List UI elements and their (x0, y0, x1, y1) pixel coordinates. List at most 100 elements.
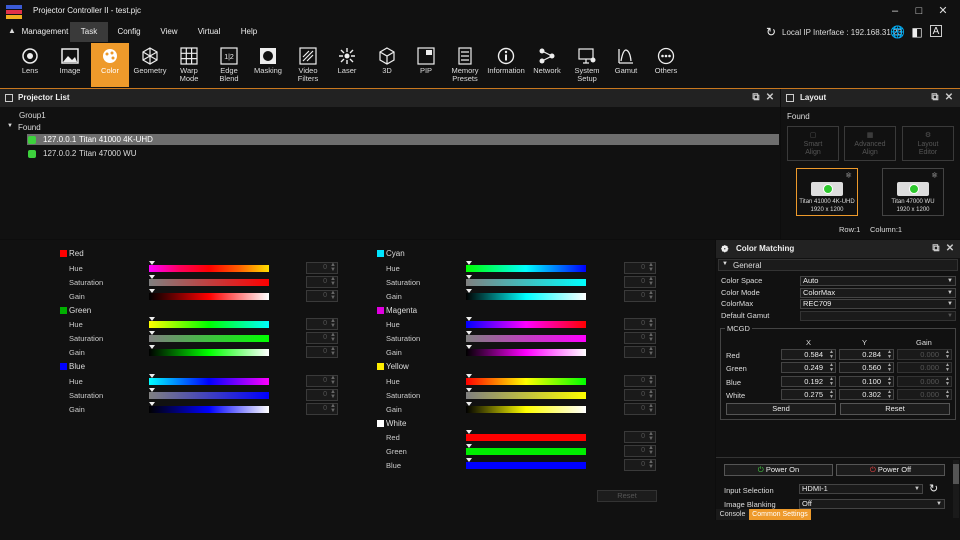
float-icon[interactable]: ⧉ (929, 89, 941, 107)
input-selection-select[interactable]: HDMI-1 ▼ (799, 484, 923, 494)
menu-help[interactable]: Help (230, 22, 268, 42)
slider-handle[interactable] (466, 430, 472, 434)
ribbon-image[interactable]: Image (51, 43, 89, 87)
layout-editor-button[interactable]: ⚙ Layout Editor (902, 126, 954, 161)
blue-hue-value[interactable]: 0 ▲ ▼ (306, 375, 338, 387)
ribbon-information[interactable]: Information (487, 43, 525, 87)
menu-task[interactable]: Task (70, 22, 108, 42)
red-saturation-value[interactable]: 0 ▲ ▼ (306, 276, 338, 288)
close-icon[interactable]: ✕ (943, 89, 955, 107)
white-red-value[interactable]: 0 ▲ ▼ (624, 431, 656, 443)
ribbon-laser[interactable]: Laser (328, 43, 366, 87)
red-gain-input[interactable]: 0.000 ▲ ▼ (897, 349, 952, 360)
float-icon[interactable]: ⧉ (750, 89, 762, 107)
blue-x-input[interactable]: 0.192 ▲ ▼ (781, 376, 836, 387)
green-x-input[interactable]: 0.249 ▲ ▼ (781, 362, 836, 373)
slider-handle[interactable] (466, 402, 472, 406)
red-hue-value[interactable]: 0 ▲ ▼ (306, 262, 338, 274)
menu-config[interactable]: Config (110, 22, 148, 42)
slider-handle[interactable] (149, 374, 155, 378)
projector-row[interactable]: 127.0.0.2 Titan 47000 WU (27, 148, 779, 159)
slider-handle[interactable] (149, 331, 155, 335)
tab-console[interactable]: Console (716, 509, 749, 520)
blue-gain-slider[interactable] (149, 406, 269, 413)
close-icon[interactable]: ✕ (764, 89, 776, 107)
ribbon-color[interactable]: Color (91, 43, 129, 87)
white-green-slider[interactable] (466, 448, 586, 455)
float-icon[interactable]: ⧉ (930, 240, 942, 258)
slider-handle[interactable] (149, 388, 155, 392)
smart-align-button[interactable]: ▢ Smart Align (787, 126, 839, 161)
yellow-gain-value[interactable]: 0 ▲ ▼ (624, 403, 656, 415)
red-gain-slider[interactable] (149, 293, 269, 300)
ribbon-geometry[interactable]: Geometry (131, 43, 169, 87)
cyan-saturation-value[interactable]: 0 ▲ ▼ (624, 276, 656, 288)
colormax-select[interactable]: REC709 ▼ (800, 299, 956, 309)
cyan-gain-value[interactable]: 0 ▲ ▼ (624, 290, 656, 302)
blue-y-input[interactable]: 0.100 ▲ ▼ (839, 376, 894, 387)
globe-icon[interactable]: 🌐 (890, 25, 905, 39)
blue-saturation-value[interactable]: 0 ▲ ▼ (306, 389, 338, 401)
slider-handle[interactable] (149, 275, 155, 279)
send-button[interactable]: Send (726, 403, 836, 415)
cyan-hue-value[interactable]: 0 ▲ ▼ (624, 262, 656, 274)
projector-row-selected[interactable]: 127.0.0.1 Titan 41000 4K-UHD (27, 134, 779, 145)
white-y-input[interactable]: 0.302 ▲ ▼ (839, 389, 894, 400)
white-blue-value[interactable]: 0 ▲ ▼ (624, 459, 656, 471)
ribbon-masking[interactable]: Masking (249, 43, 287, 87)
menu-virtual[interactable]: Virtual (190, 22, 228, 42)
red-gain-value[interactable]: 0 ▲ ▼ (306, 290, 338, 302)
red-saturation-slider[interactable] (149, 279, 269, 286)
ribbon-system-setup[interactable]: System Setup (568, 43, 606, 87)
ribbon-warp-mode[interactable]: Warp Mode (170, 43, 208, 87)
green-gain-value[interactable]: 0 ▲ ▼ (306, 346, 338, 358)
yellow-saturation-value[interactable]: 0 ▲ ▼ (624, 389, 656, 401)
yellow-hue-value[interactable]: 0 ▲ ▼ (624, 375, 656, 387)
refresh-icon[interactable]: ↻ (764, 25, 778, 39)
slider-handle[interactable] (149, 261, 155, 265)
yellow-gain-slider[interactable] (466, 406, 586, 413)
slider-handle[interactable] (466, 388, 472, 392)
green-saturation-slider[interactable] (149, 335, 269, 342)
green-y-input[interactable]: 0.560 ▲ ▼ (839, 362, 894, 373)
red-y-input[interactable]: 0.284 ▲ ▼ (839, 349, 894, 360)
magenta-saturation-value[interactable]: 0 ▲ ▼ (624, 332, 656, 344)
white-gain-input[interactable]: 0.000 ▲ ▼ (897, 389, 952, 400)
ribbon-3d[interactable]: 3D (368, 43, 406, 87)
blue-gain-input[interactable]: 0.000 ▲ ▼ (897, 376, 952, 387)
tab-common-settings[interactable]: Common Settings (749, 509, 811, 520)
power-off-button[interactable]: ⏻ Power Off (836, 464, 945, 476)
slider-handle[interactable] (466, 444, 472, 448)
slider-handle[interactable] (466, 374, 472, 378)
refresh-icon[interactable]: ↻ (929, 482, 938, 495)
minimize-button[interactable]: – (888, 4, 902, 18)
magenta-saturation-slider[interactable] (466, 335, 586, 342)
slider-handle[interactable] (466, 458, 472, 462)
ribbon-memory-presets[interactable]: Memory Presets (446, 43, 484, 87)
slider-handle[interactable] (466, 261, 472, 265)
green-gain-input[interactable]: 0.000 ▲ ▼ (897, 362, 952, 373)
white-x-input[interactable]: 0.275 ▲ ▼ (781, 389, 836, 400)
slider-handle[interactable] (466, 289, 472, 293)
magenta-hue-slider[interactable] (466, 321, 586, 328)
advanced-align-button[interactable]: ▦ Advanced Align (844, 126, 896, 161)
ribbon-video-filters[interactable]: Video Filters (289, 43, 327, 87)
color-space-select[interactable]: Auto ▼ (800, 276, 956, 286)
green-hue-slider[interactable] (149, 321, 269, 328)
ribbon-gamut[interactable]: Gamut (607, 43, 645, 87)
identify-icon[interactable]: ⚛ (845, 171, 852, 180)
tree-group[interactable]: Group1 (19, 111, 46, 120)
menu-view[interactable]: View (150, 22, 188, 42)
ribbon-lens[interactable]: Lens (11, 43, 49, 87)
blue-hue-slider[interactable] (149, 378, 269, 385)
close-button[interactable]: ✕ (936, 4, 950, 18)
power-on-button[interactable]: ⏻ Power On (724, 464, 833, 476)
blue-saturation-slider[interactable] (149, 392, 269, 399)
image-blanking-select[interactable]: Off ▼ (799, 499, 945, 509)
layout-tile-selected[interactable]: ⚛ Titan 41000 4K-UHD 1920 x 1200 (796, 168, 858, 216)
yellow-saturation-slider[interactable] (466, 392, 586, 399)
red-x-input[interactable]: 0.584 ▲ ▼ (781, 349, 836, 360)
general-section-header[interactable]: ▼ General (718, 259, 958, 271)
slider-handle[interactable] (149, 402, 155, 406)
green-saturation-value[interactable]: 0 ▲ ▼ (306, 332, 338, 344)
